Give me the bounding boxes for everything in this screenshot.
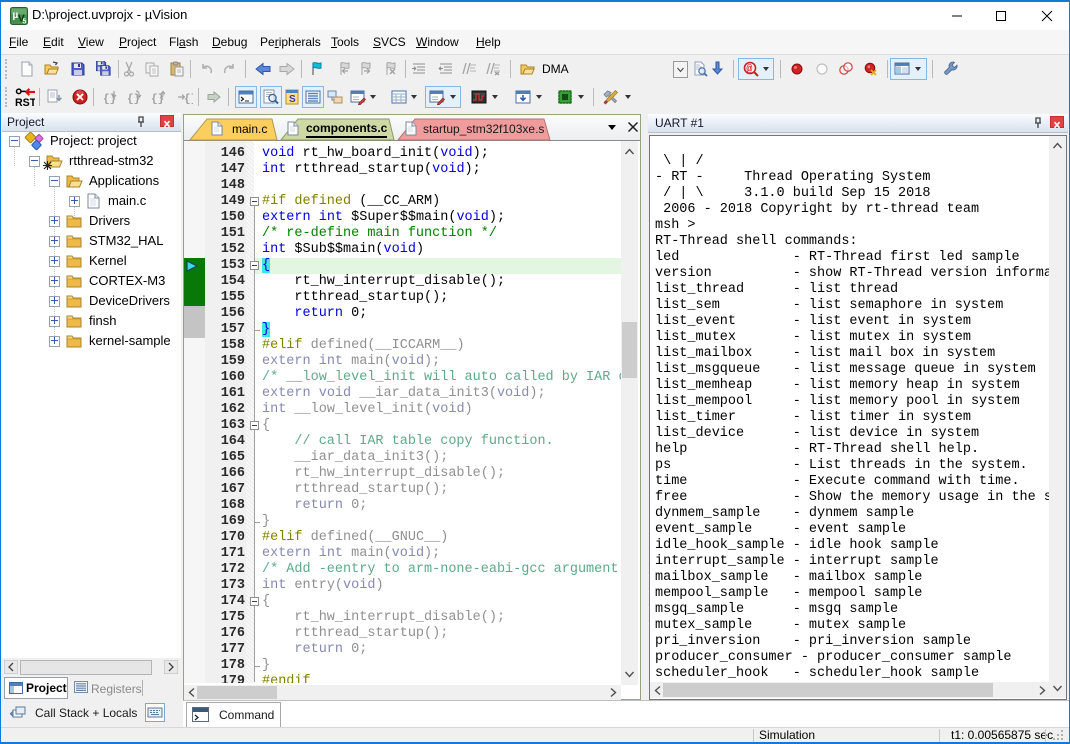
svg-text:@: @ — [746, 64, 752, 76]
svg-text:RST: RST — [15, 97, 35, 107]
svg-text:{}: {} — [184, 94, 193, 106]
svg-text:{}: {} — [127, 94, 140, 106]
svg-text:5: 5 — [23, 19, 27, 26]
svg-text:{}: {} — [151, 94, 164, 106]
svg-text:S: S — [289, 94, 296, 105]
